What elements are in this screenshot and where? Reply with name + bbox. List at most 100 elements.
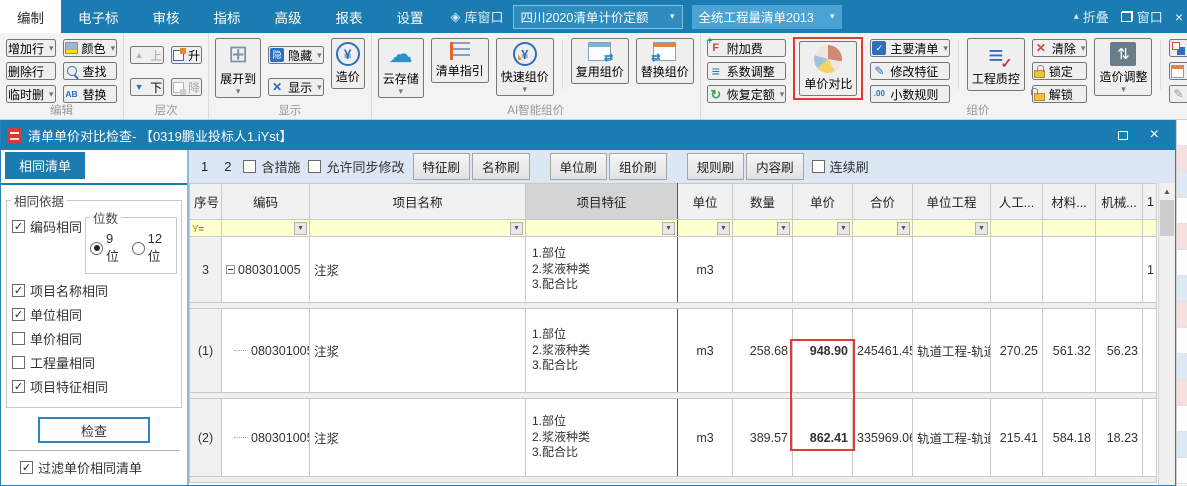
radio-12-digits[interactable]: 12位: [132, 231, 172, 265]
list-standard-select[interactable]: 全统工程量清单2013 ▾: [692, 5, 842, 29]
filter-cell[interactable]: [1043, 220, 1096, 237]
vertical-scrollbar[interactable]: ▲: [1158, 183, 1175, 485]
checkbox-name-same[interactable]: 项目名称相同: [12, 281, 176, 300]
table-row[interactable]: 3 080301005 注浆 1.部位 2.浆液种类 3.配合比 m3: [190, 237, 1157, 303]
table-row[interactable]: (1) 08030100530 注浆 1.部位 2.浆液种类 3.配合比 m3 …: [190, 309, 1157, 393]
clear-button[interactable]: 清除▾: [1032, 39, 1088, 57]
tab-shezhi[interactable]: 设置: [380, 0, 441, 33]
close-icon[interactable]: ×: [1150, 127, 1159, 143]
col-machine[interactable]: 机械...: [1096, 184, 1143, 220]
col-name[interactable]: 项目名称: [310, 184, 526, 220]
content-brush-button[interactable]: 内容刷: [746, 153, 804, 180]
demote-button[interactable]: 降: [171, 78, 202, 96]
reuse-pricing-button[interactable]: 复用组价: [571, 38, 629, 84]
filter-cell[interactable]: [1143, 220, 1157, 237]
coefficient-adjust-button[interactable]: 系数调整: [707, 62, 787, 80]
pricing-brush-button[interactable]: 组价刷: [609, 153, 667, 180]
scrollbar-thumb[interactable]: [1160, 200, 1174, 236]
merge-list-button[interactable]: 合并清单▾: [1169, 39, 1187, 57]
checkbox-filter-same-price[interactable]: 过滤单价相同清单: [20, 458, 181, 477]
col-feature[interactable]: 项目特征: [526, 184, 678, 220]
add-row-button[interactable]: 增加行▾: [6, 39, 56, 57]
find-button[interactable]: 查找: [63, 62, 118, 80]
surcharge-button[interactable]: 附加费: [707, 39, 787, 57]
modify-feature-button[interactable]: 修改特征: [870, 62, 950, 80]
window-menu-button[interactable]: 窗口: [1121, 7, 1163, 26]
list-guide-button[interactable]: 清单指引: [431, 38, 489, 83]
quota-organize-button[interactable]: 定额整理▾: [1169, 85, 1187, 103]
checkbox-include-measures[interactable]: 含措施: [243, 157, 300, 176]
filter-dropdown-icon[interactable]: ▼: [294, 222, 307, 235]
cost-adjust-button[interactable]: 造价调整▾: [1094, 38, 1152, 96]
check-button[interactable]: 检查: [38, 417, 150, 443]
col-seq[interactable]: 序号: [190, 184, 222, 220]
filter-dropdown-icon[interactable]: ▼: [777, 222, 790, 235]
quality-control-button[interactable]: 工程质控: [967, 38, 1025, 91]
filter-cell[interactable]: ▼: [733, 220, 793, 237]
name-brush-button[interactable]: 名称刷: [472, 153, 530, 180]
tab-baobiao[interactable]: 报表: [319, 0, 380, 33]
filter-cell[interactable]: ▼: [222, 220, 310, 237]
restore-quota-button[interactable]: 恢复定额▾: [707, 85, 787, 103]
filter-cell[interactable]: ▼: [913, 220, 991, 237]
col-qty[interactable]: 数量: [733, 184, 793, 220]
table-row[interactable]: (2) 08030100530 注浆 1.部位 2.浆液种类 3.配合比 m3 …: [190, 399, 1157, 477]
filter-dropdown-icon[interactable]: ▼: [975, 222, 988, 235]
move-down-button[interactable]: 下: [130, 78, 164, 96]
filter-dropdown-icon[interactable]: ▼: [717, 222, 730, 235]
filter-dropdown-icon[interactable]: ▼: [837, 222, 850, 235]
col-extra[interactable]: 1: [1143, 184, 1157, 220]
list-numbering-button[interactable]: 清单编号▾: [1169, 62, 1187, 80]
tree-collapse-icon[interactable]: [226, 265, 235, 274]
price-compare-button[interactable]: 单价对比: [799, 41, 857, 96]
library-window-button[interactable]: ◈ 库窗口: [451, 7, 504, 26]
tab-zhibiao[interactable]: 指标: [197, 0, 258, 33]
lock-button[interactable]: 锁定: [1032, 62, 1088, 80]
cost-lookup-button[interactable]: 造价: [331, 38, 365, 89]
dialog-titlebar[interactable]: 清单单价对比检查- 【0319鹏业投标人1.iYst】 ×: [1, 120, 1175, 150]
filter-cell[interactable]: ▼: [793, 220, 853, 237]
unit-brush-button[interactable]: 单位刷: [550, 153, 608, 180]
quick-pricing-button[interactable]: 快速组价▾: [496, 38, 554, 96]
promote-button[interactable]: 升: [171, 46, 202, 64]
filter-funnel-cell[interactable]: [190, 220, 222, 237]
main-list-button[interactable]: 主要清单▾: [870, 39, 950, 57]
tab-shenhe[interactable]: 审核: [136, 0, 197, 33]
filter-cell[interactable]: ▼: [310, 220, 526, 237]
radio-9-digits[interactable]: 9位: [90, 231, 124, 265]
checkbox-code-same[interactable]: 编码相同: [12, 217, 82, 236]
checkbox-continuous-brush[interactable]: 连续刷: [812, 157, 869, 176]
filter-cell[interactable]: [991, 220, 1043, 237]
filter-dropdown-icon[interactable]: ▼: [662, 222, 675, 235]
col-unit[interactable]: 单位: [678, 184, 733, 220]
expand-to-button[interactable]: 展开到▾: [215, 38, 261, 98]
checkbox-feature-same[interactable]: 项目特征相同: [12, 377, 176, 396]
checkbox-filter-zero-qty[interactable]: 过滤工程量为0的清单: [20, 482, 181, 485]
checkbox-qty-same[interactable]: 工程量相同: [12, 353, 176, 372]
tab-dianzibiao[interactable]: 电子标: [61, 0, 136, 33]
tab-same-list[interactable]: 相同清单: [5, 152, 85, 179]
tab-bianzhi[interactable]: 编制: [0, 0, 61, 33]
checkbox-allow-sync-edit[interactable]: 允许同步修改: [308, 157, 404, 176]
col-code[interactable]: 编码: [222, 184, 310, 220]
quota-standard-select[interactable]: 四川2020清单计价定额 ▾: [513, 5, 683, 29]
level-2-button[interactable]: 2: [220, 159, 235, 174]
scroll-up-icon[interactable]: ▲: [1159, 183, 1175, 199]
cloud-storage-button[interactable]: 云存储▾: [378, 38, 424, 98]
filter-cell[interactable]: ▼: [526, 220, 678, 237]
filter-cell[interactable]: ▼: [678, 220, 733, 237]
tab-gaoji[interactable]: 高级: [258, 0, 319, 33]
replace-pricing-button[interactable]: 替换组价: [636, 38, 694, 84]
filter-dropdown-icon[interactable]: ▼: [897, 222, 910, 235]
move-up-button[interactable]: 上: [130, 46, 164, 64]
close-app-button[interactable]: ×: [1175, 9, 1183, 25]
feature-brush-button[interactable]: 特征刷: [413, 153, 471, 180]
col-price[interactable]: 单价: [793, 184, 853, 220]
hide-button[interactable]: 隐藏▾: [268, 46, 324, 64]
level-1-button[interactable]: 1: [197, 159, 212, 174]
temp-delete-button[interactable]: 临时删▾: [6, 85, 56, 103]
filter-dropdown-icon[interactable]: ▼: [510, 222, 523, 235]
col-unit-project[interactable]: 单位工程: [913, 184, 991, 220]
col-material[interactable]: 材料...: [1043, 184, 1096, 220]
maximize-icon[interactable]: [1118, 131, 1128, 140]
